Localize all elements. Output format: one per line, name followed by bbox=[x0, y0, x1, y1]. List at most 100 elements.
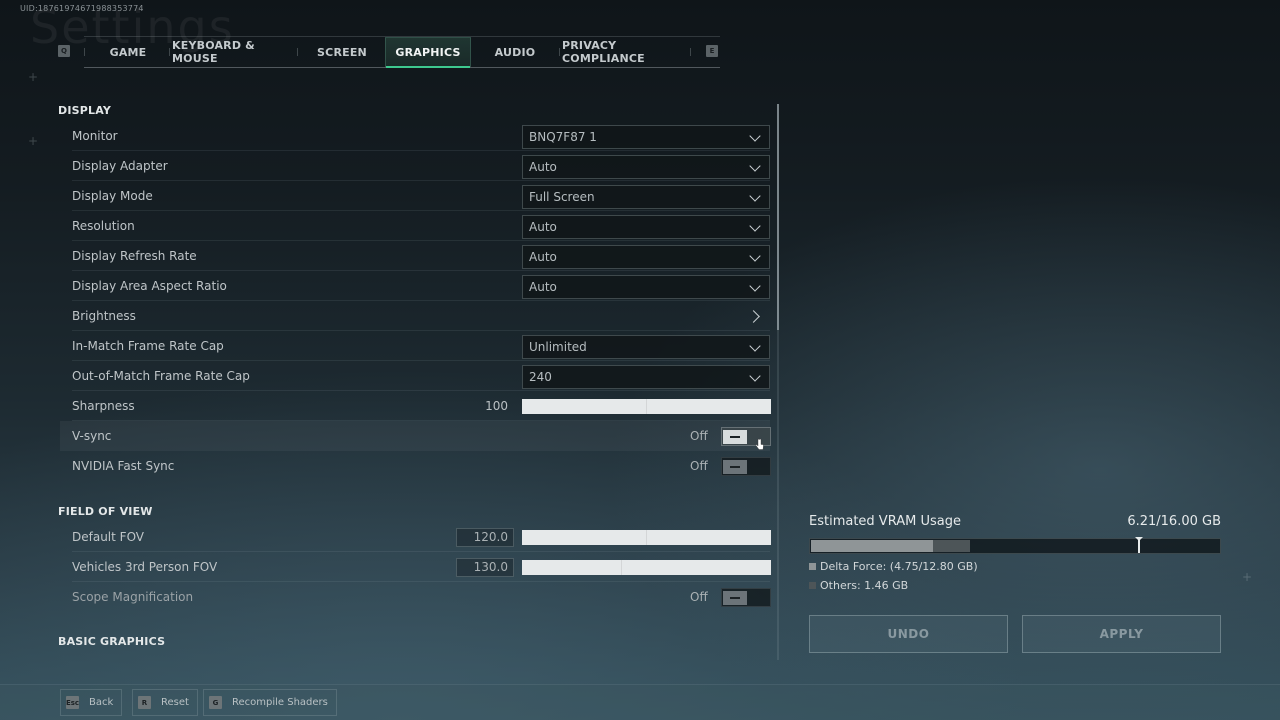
setting-label: Display Adapter bbox=[72, 159, 168, 173]
settings-tab-bar: Q GAME KEYBOARD & MOUSE SCREEN GRAPHICS … bbox=[56, 36, 720, 68]
setting-label: Monitor bbox=[72, 129, 118, 143]
scrollbar-thumb[interactable] bbox=[777, 104, 779, 330]
tab-separator bbox=[84, 48, 85, 56]
legend-game-text: Delta Force: (4.75/12.80 GB) bbox=[820, 560, 978, 573]
crosshair-deco-icon: + bbox=[28, 70, 39, 84]
tab-graphics[interactable]: GRAPHICS bbox=[385, 37, 471, 68]
setting-row-vehicle-fov[interactable]: Vehicles 3rd Person FOV 130.0 bbox=[72, 552, 771, 582]
reset-button[interactable]: R Reset bbox=[132, 689, 198, 716]
apply-button[interactable]: APPLY bbox=[1022, 615, 1221, 653]
setting-label: NVIDIA Fast Sync bbox=[72, 459, 175, 473]
chevron-right-icon[interactable] bbox=[747, 310, 760, 323]
prev-tab-key-hint[interactable]: Q bbox=[58, 45, 70, 57]
setting-row-default-fov[interactable]: Default FOV 120.0 bbox=[72, 522, 771, 552]
chevron-down-icon bbox=[749, 160, 761, 172]
back-button[interactable]: Esc Back bbox=[60, 689, 123, 716]
setting-row-out-match-frame-cap[interactable]: Out-of-Match Frame Rate Cap 240 bbox=[72, 361, 770, 391]
setting-row-resolution[interactable]: Resolution Auto bbox=[72, 211, 770, 241]
settings-scrollbar[interactable] bbox=[777, 104, 779, 660]
setting-label: Scope Magnification bbox=[72, 590, 194, 604]
crosshair-deco-icon: + bbox=[28, 134, 39, 148]
key-hint-r: R bbox=[138, 696, 151, 709]
key-hint-esc: Esc bbox=[66, 696, 79, 709]
dropdown-value: Auto bbox=[529, 250, 557, 264]
setting-row-aspect-ratio[interactable]: Display Area Aspect Ratio Auto bbox=[72, 271, 770, 301]
chevron-down-icon bbox=[749, 130, 761, 142]
setting-row-display-mode[interactable]: Display Mode Full Screen bbox=[72, 181, 770, 211]
in-match-frame-cap-dropdown[interactable]: Unlimited bbox=[522, 335, 770, 359]
dropdown-value: 240 bbox=[529, 370, 552, 384]
dropdown-value: Auto bbox=[529, 280, 557, 294]
aspect-ratio-dropdown[interactable]: Auto bbox=[522, 275, 770, 299]
display-mode-dropdown[interactable]: Full Screen bbox=[522, 185, 770, 209]
setting-row-brightness[interactable]: Brightness bbox=[72, 301, 770, 331]
tab-privacy-compliance[interactable]: PRIVACY COMPLIANCE bbox=[562, 37, 688, 67]
setting-row-scope-magnification[interactable]: Scope Magnification Off bbox=[72, 582, 771, 612]
tab-screen[interactable]: SCREEN bbox=[300, 37, 384, 67]
tab-separator bbox=[559, 48, 560, 56]
setting-row-sharpness[interactable]: Sharpness 100 bbox=[72, 391, 771, 421]
footer-bar: Esc Back R Reset G Recompile Shaders bbox=[0, 684, 1280, 720]
dropdown-value: Auto bbox=[529, 220, 557, 234]
user-id: UID:18761974671988353774 bbox=[20, 4, 144, 13]
setting-label: Vehicles 3rd Person FOV bbox=[72, 560, 218, 574]
setting-label: V-sync bbox=[72, 429, 112, 443]
scope-magnification-toggle[interactable] bbox=[721, 588, 771, 607]
setting-label: Brightness bbox=[72, 309, 136, 323]
default-fov-slider[interactable] bbox=[522, 530, 771, 545]
tab-separator bbox=[169, 48, 170, 56]
resolution-dropdown[interactable]: Auto bbox=[522, 215, 770, 239]
slider-midpoint bbox=[646, 399, 647, 414]
legend-others-text: Others: 1.46 GB bbox=[820, 579, 909, 592]
setting-row-vsync[interactable]: V-sync Off bbox=[60, 421, 771, 451]
tab-separator bbox=[297, 48, 298, 56]
mouse-cursor-icon bbox=[755, 438, 764, 450]
default-fov-input[interactable]: 120.0 bbox=[456, 528, 514, 547]
chevron-down-icon bbox=[749, 370, 761, 382]
vsync-state: Off bbox=[690, 429, 708, 443]
vram-segment-others bbox=[932, 540, 971, 552]
key-hint-g: G bbox=[209, 696, 222, 709]
setting-row-display-adapter[interactable]: Display Adapter Auto bbox=[72, 151, 770, 181]
dropdown-value: BNQ7F87 1 bbox=[529, 130, 597, 144]
dropdown-value: Full Screen bbox=[529, 190, 595, 204]
setting-label: Sharpness bbox=[72, 399, 135, 413]
undo-button[interactable]: UNDO bbox=[809, 615, 1008, 653]
vehicle-fov-slider[interactable] bbox=[522, 560, 771, 575]
setting-row-nvidia-fast-sync[interactable]: NVIDIA Fast Sync Off bbox=[72, 451, 771, 481]
setting-label: Display Refresh Rate bbox=[72, 249, 197, 263]
legend-game: Delta Force: (4.75/12.80 GB) bbox=[809, 560, 978, 573]
section-title-display: DISPLAY bbox=[58, 104, 112, 117]
setting-row-monitor[interactable]: Monitor BNQ7F87 1 bbox=[72, 121, 770, 151]
fast-sync-toggle[interactable] bbox=[721, 457, 771, 476]
refresh-rate-dropdown[interactable]: Auto bbox=[522, 245, 770, 269]
fast-sync-state: Off bbox=[690, 459, 708, 473]
dropdown-value: Auto bbox=[529, 160, 557, 174]
section-title-basic-graphics: BASIC GRAPHICS bbox=[58, 635, 166, 648]
tab-keyboard-mouse[interactable]: KEYBOARD & MOUSE bbox=[172, 37, 296, 67]
toggle-knob bbox=[723, 591, 747, 605]
next-tab-key-hint[interactable]: E bbox=[706, 45, 718, 57]
sharpness-slider[interactable] bbox=[522, 399, 771, 414]
vram-usage-bar bbox=[809, 537, 1221, 554]
display-adapter-dropdown[interactable]: Auto bbox=[522, 155, 770, 179]
recompile-label: Recompile Shaders bbox=[232, 697, 328, 708]
setting-label: Display Area Aspect Ratio bbox=[72, 279, 227, 293]
vram-total: 6.21/16.00 GB bbox=[1127, 514, 1221, 529]
vehicle-fov-input[interactable]: 130.0 bbox=[456, 558, 514, 577]
setting-row-in-match-frame-cap[interactable]: In-Match Frame Rate Cap Unlimited bbox=[72, 331, 770, 361]
out-match-frame-cap-dropdown[interactable]: 240 bbox=[522, 365, 770, 389]
tab-audio[interactable]: AUDIO bbox=[472, 37, 558, 67]
monitor-dropdown[interactable]: BNQ7F87 1 bbox=[522, 125, 770, 149]
vram-segment-game bbox=[811, 540, 933, 552]
section-title-field-of-view: FIELD OF VIEW bbox=[58, 505, 153, 518]
setting-label: Default FOV bbox=[72, 530, 145, 544]
chevron-down-icon bbox=[749, 340, 761, 352]
chevron-down-icon bbox=[749, 220, 761, 232]
legend-swatch-others bbox=[809, 582, 816, 589]
dropdown-value: Unlimited bbox=[529, 340, 587, 354]
setting-row-refresh-rate[interactable]: Display Refresh Rate Auto bbox=[72, 241, 770, 271]
recompile-shaders-button[interactable]: G Recompile Shaders bbox=[203, 689, 337, 716]
tab-game[interactable]: GAME bbox=[88, 37, 168, 67]
toggle-knob bbox=[723, 460, 747, 474]
